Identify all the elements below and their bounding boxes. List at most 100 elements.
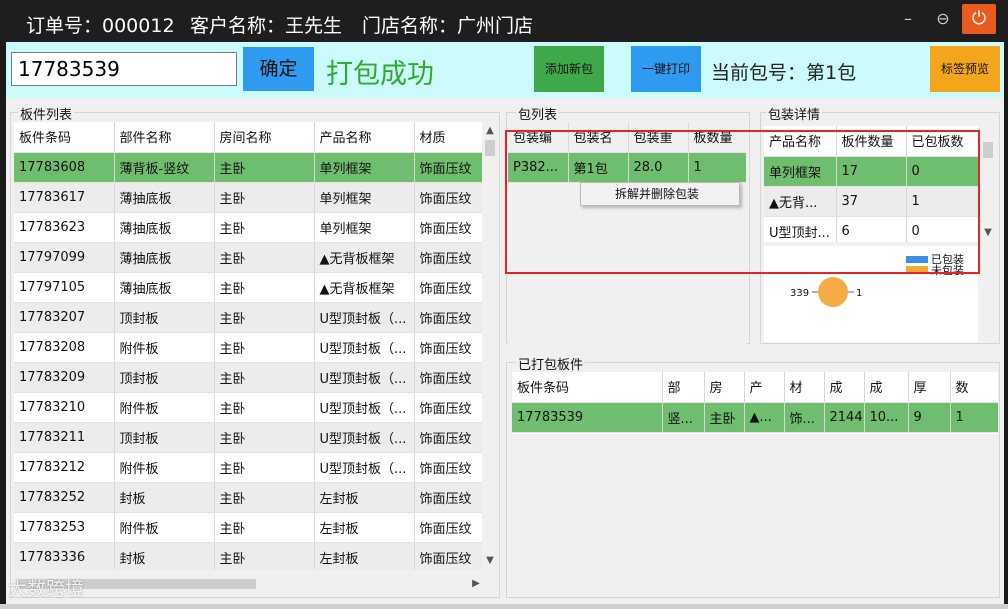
- table-cell: 薄抽底板: [114, 182, 215, 213]
- table-row[interactable]: 17783253 附件板 主卧 左封板 饰面压纹: [14, 512, 482, 543]
- table-cell: 饰面压纹: [414, 182, 482, 213]
- table-row[interactable]: 17783211 顶封板 主卧 U型顶封板（... 饰面压纹: [14, 422, 482, 453]
- table-cell: 17783617: [14, 182, 115, 213]
- minimize-icon[interactable]: –: [893, 6, 923, 32]
- column-header[interactable]: 产品名称: [314, 122, 415, 153]
- table-cell: 主卧: [214, 542, 315, 570]
- column-header[interactable]: 成: [864, 372, 909, 403]
- packed-boards-table: 板件条码部房产材成成厚数 17783539 竖... 主卧 ▲... 饰... 2144 1…: [512, 372, 998, 434]
- table-row[interactable]: 17783539 竖... 主卧 ▲... 饰... 2144 10... 9 1: [512, 402, 998, 433]
- table-cell: 17783253: [14, 512, 115, 543]
- restore-icon[interactable]: ⊖: [928, 6, 958, 32]
- boards-horizontal-scrollbar[interactable]: ▶: [14, 576, 482, 592]
- table-cell: 主卧: [214, 242, 315, 273]
- table-row[interactable]: 17783336 封板 主卧 左封板 饰面压纹: [14, 542, 482, 570]
- table-cell: 主卧: [214, 272, 315, 303]
- table-cell: 饰...: [784, 402, 825, 433]
- table-cell: 薄抽底板: [114, 272, 215, 303]
- title-bar: 订单号：000012 客户名称：王先生 门店名称：广州门店 – ⊖ ⏻: [0, 0, 1008, 42]
- column-header[interactable]: 材质: [414, 122, 482, 153]
- table-cell: 饰面压纹: [414, 242, 482, 273]
- table-cell: 17783209: [14, 362, 115, 393]
- table-cell: 薄抽底板: [114, 242, 215, 273]
- table-row[interactable]: 17783252 封板 主卧 左封板 饰面压纹: [14, 482, 482, 513]
- packed-group-title: 已打包板件: [516, 354, 586, 373]
- table-cell: 饰面压纹: [414, 542, 482, 570]
- bottom-strip: [0, 604, 1008, 609]
- table-row[interactable]: 17783212 附件板 主卧 U型顶封板（... 饰面压纹: [14, 452, 482, 483]
- table-row[interactable]: 17797099 薄抽底板 主卧 ▲无背板框架 饰面压纹: [14, 242, 482, 273]
- table-cell: 饰面压纹: [414, 422, 482, 453]
- column-header[interactable]: 房间名称: [214, 122, 315, 153]
- table-cell: 主卧: [214, 452, 315, 483]
- table-row[interactable]: 17783623 薄抽底板 主卧 单列框架 饰面压纹: [14, 212, 482, 243]
- table-cell: 饰面压纹: [414, 482, 482, 513]
- column-header[interactable]: 部件名称: [114, 122, 215, 153]
- table-cell: 附件板: [114, 512, 215, 543]
- table-row[interactable]: 17783208 附件板 主卧 U型顶封板（... 饰面压纹: [14, 332, 482, 363]
- scroll-right-icon[interactable]: ▶: [468, 577, 484, 591]
- table-cell: 顶封板: [114, 302, 215, 333]
- table-cell: 17783539: [512, 402, 663, 433]
- print-all-button[interactable]: 一键打印: [631, 46, 701, 92]
- boards-vertical-scrollbar[interactable]: ▲ ▼: [482, 122, 498, 570]
- table-row[interactable]: 17783207 顶封板 主卧 U型顶封板（... 饰面压纹: [14, 302, 482, 333]
- store-name: 门店名称：广州门店: [362, 15, 534, 37]
- scroll-down-icon[interactable]: ▼: [482, 554, 498, 568]
- table-cell: 17783623: [14, 212, 115, 243]
- label-preview-button[interactable]: 标签预览: [930, 46, 1000, 92]
- column-header[interactable]: 数: [950, 372, 998, 403]
- table-cell: 附件板: [114, 332, 215, 363]
- column-header[interactable]: 产: [744, 372, 785, 403]
- column-header[interactable]: 板件条码: [512, 372, 663, 403]
- table-cell: 17783336: [14, 542, 115, 570]
- table-cell: U型顶封板（...: [314, 452, 415, 483]
- column-header[interactable]: 部: [662, 372, 705, 403]
- table-row[interactable]: 17783210 附件板 主卧 U型顶封板（... 饰面压纹: [14, 392, 482, 423]
- table-cell: 主卧: [704, 402, 745, 433]
- table-cell: 饰面压纹: [414, 362, 482, 393]
- table-cell: 附件板: [114, 452, 215, 483]
- add-package-button[interactable]: 添加新包: [534, 46, 604, 92]
- column-header[interactable]: 房: [704, 372, 745, 403]
- boards-table: 板件条码 部件名称 房间名称 产品名称 材质 17783608 薄背板-竖纹 主卧 单列框架饰…: [14, 122, 482, 570]
- scroll-up-icon[interactable]: ▲: [482, 124, 498, 138]
- app-window: 订单号：000012 客户名称：王先生 门店名称：广州门店 – ⊖ ⏻ 1778…: [0, 0, 1008, 609]
- table-cell: 主卧: [214, 182, 315, 213]
- table-cell: 单列框架: [314, 152, 415, 183]
- table-cell: U型顶封板（...: [314, 332, 415, 363]
- table-cell: 附件板: [114, 392, 215, 423]
- table-cell: 17783208: [14, 332, 115, 363]
- scroll-down-icon[interactable]: ▼: [980, 226, 996, 240]
- table-row[interactable]: 17783617 薄抽底板 主卧 单列框架 饰面压纹: [14, 182, 482, 213]
- table-cell: U型顶封板（...: [314, 392, 415, 423]
- scroll-thumb[interactable]: [983, 142, 993, 158]
- table-cell: 9: [908, 402, 951, 433]
- scroll-thumb[interactable]: [485, 140, 495, 156]
- table-cell: 17783608: [14, 152, 115, 183]
- table-row[interactable]: 17783209 顶封板 主卧 U型顶封板（... 饰面压纹: [14, 362, 482, 393]
- column-header[interactable]: 厚: [908, 372, 951, 403]
- table-cell: 顶封板: [114, 422, 215, 453]
- table-cell: 主卧: [214, 302, 315, 333]
- table-cell: 17783212: [14, 452, 115, 483]
- barcode-input[interactable]: 17783539: [11, 52, 237, 86]
- table-cell: 饰面压纹: [414, 512, 482, 543]
- detail-vertical-scrollbar[interactable]: ▼: [980, 126, 996, 242]
- column-header[interactable]: 材: [784, 372, 825, 403]
- status-message: 打包成功: [326, 59, 434, 90]
- table-cell: 主卧: [214, 482, 315, 513]
- table-row[interactable]: 17783608 薄背板-竖纹 主卧 单列框架 饰面压纹: [14, 152, 482, 183]
- confirm-button[interactable]: 确定: [243, 47, 314, 91]
- column-header[interactable]: 成: [824, 372, 865, 403]
- close-icon[interactable]: ⏻: [962, 4, 996, 34]
- table-cell: U型顶封板（...: [314, 422, 415, 453]
- table-cell: 左封板: [314, 482, 415, 513]
- table-row[interactable]: 17797105 薄抽底板 主卧 ▲无背板框架 饰面压纹: [14, 272, 482, 303]
- table-cell: 左封板: [314, 512, 415, 543]
- table-cell: ▲...: [744, 402, 785, 433]
- column-header[interactable]: 板件条码: [14, 122, 115, 153]
- table-cell: 顶封板: [114, 362, 215, 393]
- table-cell: 17783207: [14, 302, 115, 333]
- table-cell: 主卧: [214, 212, 315, 243]
